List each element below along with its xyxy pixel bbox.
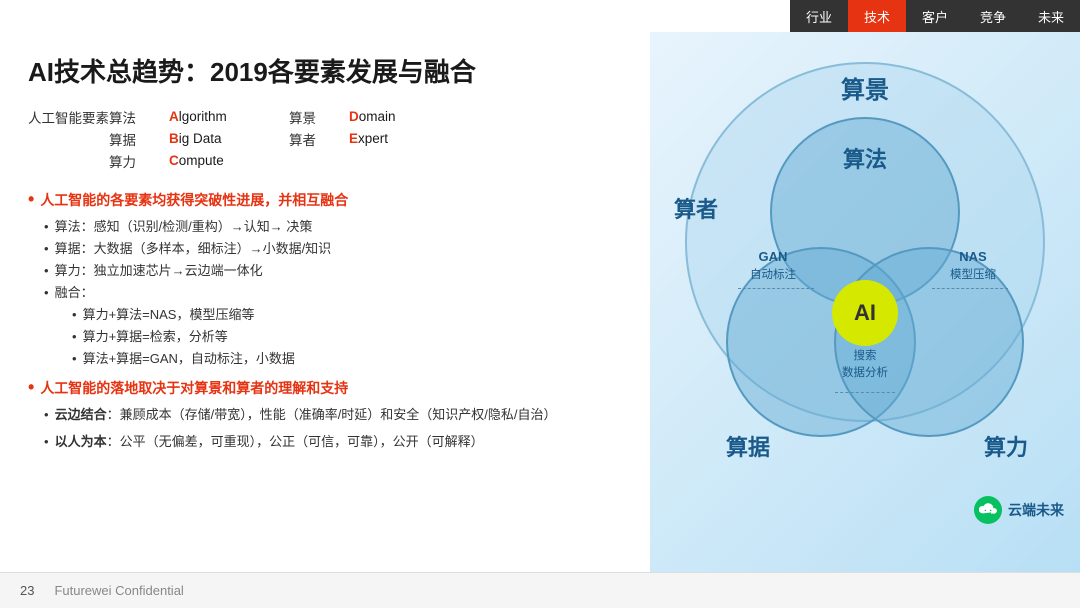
nav-item-future[interactable]: 未来 — [1022, 0, 1080, 32]
elements-table: 人工智能要素 算法 Algorithm 算景 Domain 算据 Big Dat… — [28, 106, 632, 172]
label-nas: NAS 模型压缩 — [950, 247, 996, 284]
label-suanshu: 算据 — [726, 430, 770, 462]
sub-bullet-2: • 算据：大数据（多样本，细标注）→小数据/知识 — [44, 238, 632, 260]
page-title: AI技术总趋势：2019各要素发展与融合 — [28, 56, 632, 90]
sub-sub-1: • 算力+算法=NAS，模型压缩等 — [72, 304, 632, 326]
main-content: AI技术总趋势：2019各要素发展与融合 人工智能要素 算法 Algorithm… — [0, 32, 660, 572]
bullet-red-1: • — [28, 190, 34, 208]
nav-item-competition[interactable]: 竞争 — [964, 0, 1022, 32]
footer: 23 Futurewei Confidential — [0, 572, 1080, 608]
elem-cn-suanfa: 算法 — [109, 107, 169, 127]
sub-bullet-1: • 算法：感知（识别/检测/重构）→认知→ 决策 — [44, 216, 632, 238]
elem-en-bigdata: Big Data — [169, 131, 289, 146]
wechat-icon — [974, 496, 1002, 524]
nav-item-customer[interactable]: 客户 — [906, 0, 964, 32]
nav-item-tech[interactable]: 技术 — [848, 0, 906, 32]
elem-en-expert: Expert — [349, 131, 429, 146]
footer-page: 23 — [20, 583, 34, 598]
wechat-brand: 云端未来 — [1008, 500, 1064, 520]
elem-en-compute: Compute — [169, 153, 289, 168]
section2-bullets: • 云边结合：兼顾成本（存储/带宽），性能（准确率/时延）和安全（知识产权/隐私… — [44, 404, 632, 452]
elem-cn-suanju: 算据 — [109, 129, 169, 149]
section2-bullet-2: • 以人为本：公平（无偏差，可重现），公正（可信，可靠），公开（可解释） — [44, 431, 632, 453]
sub-bullet-3: • 算力：独立加速芯片→云边端一体化 — [44, 260, 632, 282]
section2-heading: • 人工智能的落地取决于对算景和算者的理解和支持 — [28, 378, 632, 398]
elem-cn-suanli: 算力 — [109, 151, 169, 171]
elem-en-domain: Domain — [349, 109, 429, 124]
footer-company: Futurewei Confidential — [54, 583, 183, 598]
elem-cn-suanzhe: 算者 — [289, 129, 349, 149]
section1-heading: • 人工智能的各要素均获得突破性进展，并相互融合 — [28, 190, 632, 210]
sub-sub-bullets: • 算力+算法=NAS，模型压缩等 • 算力+算据=检索，分析等 • 算法+算据… — [72, 304, 632, 370]
elements-grid: 算法 Algorithm 算景 Domain 算据 Big Data 算者 Ex… — [109, 106, 429, 172]
elements-intro-label: 人工智能要素 — [28, 106, 109, 172]
bullet-red-2: • — [28, 378, 34, 396]
section1-bullets: • 算法：感知（识别/检测/重构）→认知→ 决策 • 算据：大数据（多样本，细标… — [44, 216, 632, 371]
nav-bar: 行业 技术 客户 竞争 未来 — [790, 0, 1080, 32]
wechat-area: 云端未来 — [974, 496, 1064, 524]
elem-cn-suanjing: 算景 — [289, 107, 349, 127]
sub-bullet-4: • 融合： — [44, 282, 632, 304]
label-suanfa: 算法 — [843, 142, 887, 174]
diagram-area: 算景 算者 算法 GAN 自动标注 NAS 模型压缩 搜索 数据分析 AI 算据… — [650, 32, 1080, 572]
label-suanzhe: 算者 — [674, 192, 718, 224]
section2-bullet-1: • 云边结合：兼顾成本（存储/带宽），性能（准确率/时延）和安全（知识产权/隐私… — [44, 404, 632, 426]
ai-center-label: AI — [832, 280, 898, 346]
label-suanli: 算力 — [984, 430, 1028, 462]
label-gan: GAN 自动标注 — [750, 247, 796, 284]
elem-en-algorithm: Algorithm — [169, 109, 289, 124]
sub-sub-2: • 算力+算据=检索，分析等 — [72, 326, 632, 348]
nav-item-industry[interactable]: 行业 — [790, 0, 848, 32]
label-search: 搜索 数据分析 — [842, 348, 888, 383]
sub-sub-3: • 算法+算据=GAN，自动标注，小数据 — [72, 348, 632, 370]
label-suanjing: 算景 — [841, 70, 889, 105]
